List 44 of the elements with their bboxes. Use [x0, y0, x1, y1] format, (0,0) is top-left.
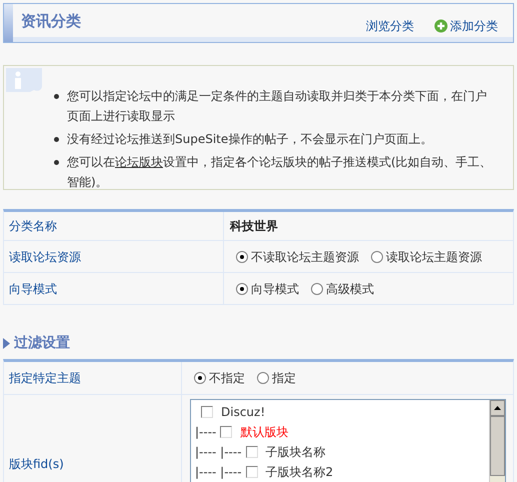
radio-label: 不指定 [209, 370, 245, 387]
field-label: 读取论坛资源 [9, 248, 81, 266]
forum-name: 子版块名称2 [266, 464, 334, 481]
checkbox[interactable] [246, 446, 258, 458]
plus-icon [434, 18, 448, 32]
page-title: 资讯分类 [21, 11, 81, 32]
field-label: 版块fid(s) [9, 456, 64, 473]
checkbox[interactable] [220, 426, 232, 438]
forum-name: 默认版块 [240, 424, 288, 441]
forum-list[interactable]: Discuz! |---- 默认版块 |---- |---- 子版块名称 |---- |---- 子版块名称2 [190, 399, 506, 482]
radio-button[interactable] [236, 282, 248, 294]
radio-label: 向导模式 [251, 280, 299, 298]
section-title: 过滤设置 [14, 334, 70, 352]
radio-button[interactable] [371, 250, 383, 262]
scroll-up-icon[interactable] [490, 400, 505, 416]
radio-label: 不读取论坛主题资源 [251, 248, 359, 266]
browse-category-link[interactable]: 浏览分类 [366, 16, 414, 34]
checkbox[interactable] [201, 406, 213, 418]
radio-button[interactable] [257, 372, 269, 384]
add-category-link[interactable]: 添加分类 [434, 16, 498, 34]
radio-button[interactable] [236, 250, 248, 262]
info-text: 您可以指定论坛中的满足一定条件的主题自动读取并归类于本分类下面，在门户页面上进行读取显示 [67, 88, 488, 125]
radio-button[interactable] [194, 372, 206, 384]
radio-label: 高级模式 [326, 280, 374, 298]
field-label: 指定特定主题 [9, 370, 81, 387]
info-text: 没有经过论坛推送到SupeSite操作的帖子，不会显示在门户页面上。 [67, 131, 432, 148]
radio-label: 指定 [272, 370, 296, 387]
header-accent-bar [4, 4, 13, 42]
triangle-icon [3, 338, 10, 348]
forum-board-link[interactable]: 论坛版块 [115, 155, 163, 169]
info-icon [6, 68, 42, 92]
checkbox[interactable] [246, 466, 258, 478]
forum-name: 子版块名称 [266, 444, 326, 461]
field-label: 向导模式 [9, 280, 57, 298]
radio-label: 读取论坛主题资源 [386, 248, 482, 266]
tree-prefix: |---- |---- [195, 464, 242, 481]
tree-prefix: |---- |---- [195, 444, 242, 461]
scroll-thumb[interactable] [490, 416, 505, 476]
tree-prefix: |---- [195, 424, 216, 441]
forum-name: Discuz! [221, 404, 266, 421]
category-name: 科技世界 [230, 218, 278, 235]
field-label: 分类名称 [9, 218, 57, 235]
info-text: 您可以在论坛版块设置中，指定各个论坛版块的帖子推送模式(比如自动、手工、智能)。 [67, 154, 493, 191]
radio-button[interactable] [311, 282, 323, 294]
